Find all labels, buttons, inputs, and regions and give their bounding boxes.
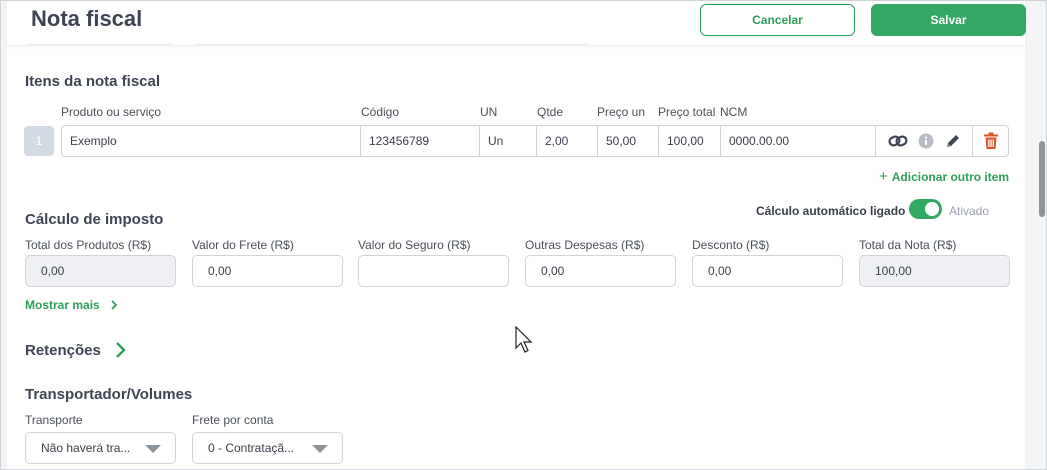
column-header-unit-price: Preço un (597, 105, 646, 119)
unit-price-input[interactable]: 50,00 (598, 126, 659, 156)
label-other-expenses: Outras Despesas (R$) (525, 238, 645, 252)
frete-select[interactable]: 0 - Contrataçã... (192, 432, 343, 464)
caret-down-icon (312, 445, 328, 453)
product-input[interactable]: Exemplo (62, 126, 361, 156)
item-row: Exemplo 123456789 Un 2,00 50,00 100,00 0… (61, 125, 1009, 157)
cancel-button[interactable]: Cancelar (700, 4, 855, 36)
save-button[interactable]: Salvar (871, 4, 1026, 36)
total-price-input[interactable]: 100,00 (659, 126, 721, 156)
page-title: Nota fiscal (31, 6, 143, 31)
retencoes-title: Retenções (25, 341, 101, 359)
hidden-field-edge (27, 39, 172, 45)
ncm-input[interactable]: 0000.00.00 (721, 126, 876, 156)
retencoes-toggle[interactable]: Retenções (25, 341, 129, 359)
plus-icon: + (879, 168, 888, 185)
auto-calc-label: Cálculo automático ligado (756, 204, 906, 218)
add-item-button[interactable]: + Adicionar outro item (879, 168, 1010, 185)
info-icon[interactable] (918, 133, 934, 149)
label-insurance: Valor do Seguro (R$) (358, 238, 471, 252)
caret-down-icon (145, 445, 161, 453)
column-header-code: Código (361, 105, 400, 119)
auto-calc-state: Ativado (949, 204, 990, 218)
show-more-button[interactable]: Mostrar mais (25, 298, 120, 312)
chevron-right-icon (116, 342, 126, 358)
invoice-form: Nota fiscal Cancelar Salvar Itens da not… (7, 1, 1026, 469)
freight-field[interactable]: 0,00 (192, 255, 343, 287)
discount-field[interactable]: 0,00 (692, 255, 843, 287)
column-header-ncm: NCM (720, 105, 748, 119)
transporte-select[interactable]: Não haverá tra... (25, 432, 176, 464)
other-expenses-field[interactable]: 0,00 (525, 255, 676, 287)
scrollbar-thumb[interactable] (1039, 141, 1045, 217)
column-header-unit: UN (480, 105, 498, 119)
label-freight: Valor do Frete (R$) (192, 238, 294, 252)
add-item-label: Adicionar outro item (891, 170, 1010, 184)
invoice-total-field: 100,00 (859, 255, 1010, 287)
column-header-qty: Qtde (537, 105, 564, 119)
chevron-right-icon (111, 300, 117, 310)
scrollbar-track[interactable] (1036, 1, 1046, 469)
frete-label: Frete por conta (192, 413, 274, 427)
auto-calc-toggle[interactable] (909, 199, 942, 219)
code-input[interactable]: 123456789 (361, 126, 480, 156)
tax-section-title: Cálculo de imposto (25, 211, 164, 228)
show-more-label: Mostrar mais (25, 298, 100, 312)
link-icon[interactable] (888, 134, 908, 148)
hidden-field-edge (195, 39, 588, 45)
total-products-field: 0,00 (25, 255, 176, 287)
column-header-total-price: Preço total (658, 105, 716, 119)
label-total-products: Total dos Produtos (R$) (25, 238, 152, 252)
transporte-label: Transporte (25, 413, 83, 427)
qty-input[interactable]: 2,00 (537, 126, 598, 156)
page-header: Nota fiscal Cancelar Salvar (7, 1, 1026, 45)
transporte-selected: Não haverá tra... (41, 441, 131, 455)
label-discount: Desconto (R$) (692, 238, 770, 252)
item-row-index: 1 (24, 126, 54, 156)
mouse-cursor-icon (515, 326, 533, 353)
label-invoice-total: Total da Nota (R$) (859, 238, 957, 252)
items-section-title: Itens da nota fiscal (25, 73, 161, 90)
transport-section-title: Transportador/Volumes (25, 386, 193, 403)
trash-icon[interactable] (983, 132, 999, 150)
toggle-knob (925, 202, 939, 216)
unit-input[interactable]: Un (480, 126, 537, 156)
delete-cell (972, 126, 999, 156)
insurance-field[interactable] (358, 255, 509, 287)
frete-selected: 0 - Contrataçã... (208, 441, 295, 455)
item-actions (876, 126, 1008, 156)
pencil-icon[interactable] (944, 132, 962, 150)
column-header-product: Produto ou serviço (61, 105, 162, 119)
window-frame: Nota fiscal Cancelar Salvar Itens da not… (0, 0, 1047, 470)
